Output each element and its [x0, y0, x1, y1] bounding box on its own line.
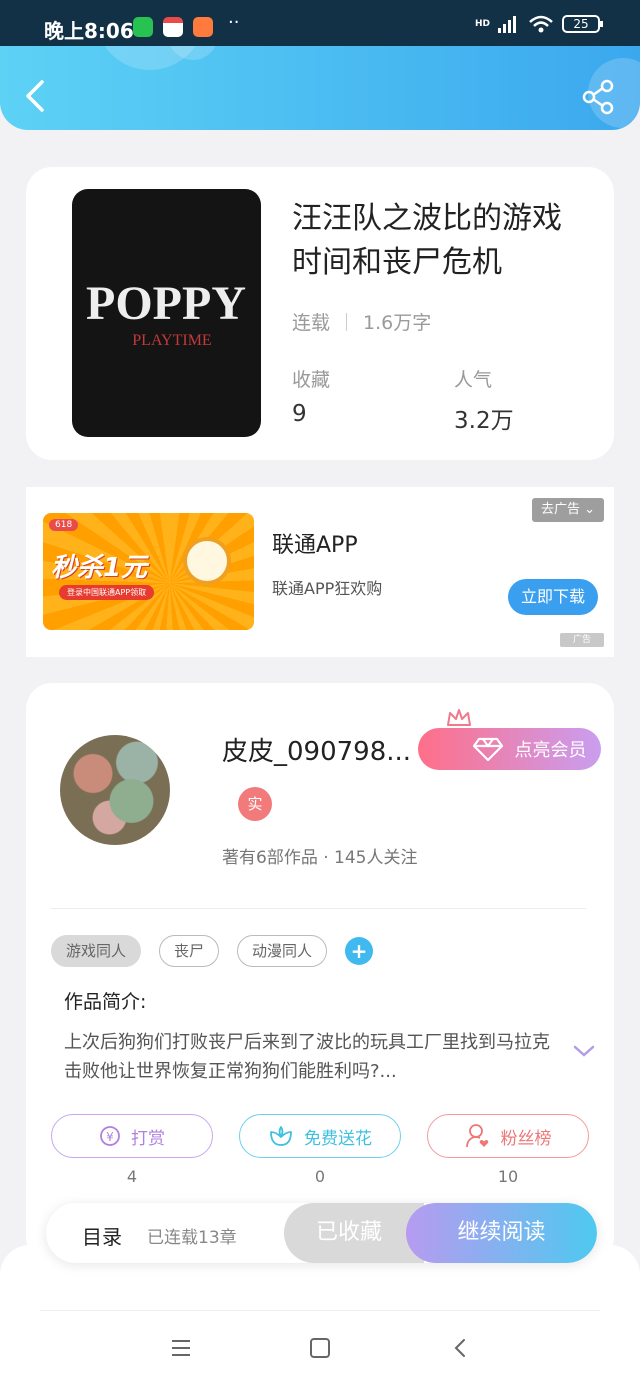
- flower-icon: [270, 1126, 292, 1146]
- diamond-icon: [472, 737, 503, 762]
- real-name-badge: 实: [238, 787, 272, 821]
- author-name[interactable]: 皮皮_090798...: [222, 731, 422, 768]
- chevron-down-icon[interactable]: [572, 1043, 596, 1059]
- ad-tag: 广告: [560, 633, 604, 647]
- share-icon: [582, 79, 614, 115]
- remove-ad-button[interactable]: 去广告 ⌄: [532, 498, 604, 522]
- popularity-label: 人气: [454, 369, 493, 391]
- calendar-icon: [163, 17, 183, 37]
- fans-count: 10: [497, 1167, 519, 1186]
- cover-logo: POPPY PLAYTIME: [86, 277, 246, 349]
- book-title: 汪汪队之波比的游戏时间和丧尸危机: [292, 201, 562, 280]
- book-status: 连载: [292, 312, 331, 334]
- book-info-card: POPPY PLAYTIME 汪汪队之波比的游戏时间和丧尸危机 连载 1.6万字…: [26, 167, 614, 460]
- vip-button[interactable]: 点亮会员: [418, 728, 601, 770]
- free-flower-label: 免费送花: [304, 1128, 372, 1149]
- chevron-down-icon: ⌄: [584, 502, 596, 517]
- reward-label: 打赏: [131, 1128, 165, 1149]
- fans-ranking-label: 粉丝榜: [500, 1128, 552, 1149]
- book-meta: 连载 1.6万字: [292, 308, 431, 335]
- ad-banner-image[interactable]: 618 秒杀1元 登录中国联通APP领取: [43, 513, 254, 630]
- tag-item[interactable]: 游戏同人: [51, 935, 142, 967]
- svg-text:¥: ¥: [106, 1130, 114, 1144]
- menu-icon[interactable]: [169, 1337, 193, 1359]
- download-button[interactable]: 立即下载: [508, 579, 598, 615]
- home-icon[interactable]: [308, 1337, 332, 1359]
- wechat-icon: [133, 17, 153, 37]
- ad-subtitle: 联通APP狂欢购: [272, 579, 383, 598]
- signal-icon: [498, 16, 516, 33]
- meta-divider: [346, 312, 348, 331]
- add-tag-button[interactable]: +: [345, 937, 374, 965]
- fans-icon: [465, 1124, 488, 1148]
- status-indicators: HD 25: [474, 14, 603, 34]
- plus-icon: +: [350, 939, 368, 963]
- app-icon: [193, 17, 213, 37]
- remove-ad-label: 去广告: [540, 502, 580, 517]
- crown-icon: [447, 709, 471, 726]
- chapter-count: 已连载13章: [147, 1228, 237, 1248]
- intro-text: 上次后狗狗们打败丧尸后来到了波比的玩具工厂里找到马拉克击败他让世界恢复正常狗狗们…: [64, 1032, 550, 1082]
- back-button[interactable]: [20, 76, 50, 116]
- clock-icon: [183, 537, 231, 585]
- bottom-action-bar: 目录 已连载13章 已收藏 继续阅读: [46, 1203, 597, 1263]
- popularity-value: 3.2万: [454, 408, 514, 434]
- toc-button[interactable]: 目录: [82, 1221, 122, 1250]
- favorited-button[interactable]: 已收藏: [284, 1203, 424, 1263]
- ad-title: 联通APP: [272, 533, 358, 558]
- ad-banner-badge: 618: [49, 519, 79, 531]
- cover-title-text: POPPY: [86, 277, 246, 330]
- flower-count: 0: [314, 1167, 326, 1186]
- author-card: 皮皮_090798... 点亮会员 实 著有6部作品 · 145人关注 游戏同人…: [26, 683, 614, 1263]
- ad-card[interactable]: 618 秒杀1元 登录中国联通APP领取 联通APP 联通APP狂欢购 去广告 …: [26, 487, 614, 657]
- avatar[interactable]: [60, 735, 170, 845]
- author-stats: 著有6部作品 · 145人关注: [222, 848, 418, 868]
- tag-item[interactable]: 动漫同人: [237, 935, 328, 967]
- intro-label: 作品简介:: [64, 991, 147, 1013]
- network-label: HD: [474, 19, 490, 29]
- favorites-value: 9: [292, 401, 307, 427]
- fans-ranking-button[interactable]: 粉丝榜: [427, 1114, 589, 1158]
- continue-reading-button[interactable]: 继续阅读: [406, 1203, 597, 1263]
- book-cover[interactable]: POPPY PLAYTIME: [72, 189, 261, 437]
- reward-button[interactable]: ¥ 打赏: [51, 1114, 213, 1158]
- system-nav-bar: [0, 1245, 640, 1387]
- status-dots: ··: [228, 12, 240, 33]
- tag-item[interactable]: 丧尸: [159, 935, 220, 967]
- status-bar: 晚上8:06 ·· HD 25: [0, 0, 640, 46]
- book-word-count: 1.6万字: [363, 312, 432, 334]
- favorites-label: 收藏: [292, 369, 331, 391]
- share-button[interactable]: [580, 78, 618, 116]
- vip-label: 点亮会员: [514, 740, 587, 761]
- reward-count: 4: [126, 1167, 138, 1186]
- yuan-icon: ¥: [100, 1126, 120, 1146]
- status-time: 晚上8:06: [44, 19, 134, 43]
- back-icon: [26, 80, 44, 112]
- tag-list: 游戏同人 丧尸 动漫同人 +: [51, 935, 374, 967]
- free-flower-button[interactable]: 免费送花: [239, 1114, 401, 1158]
- section-divider: [51, 908, 586, 909]
- favorited-label: 已收藏: [315, 1220, 382, 1245]
- wifi-icon: [529, 15, 553, 33]
- ad-banner-sub: 登录中国联通APP领取: [59, 585, 155, 600]
- nav-divider: [40, 1310, 600, 1311]
- battery-indicator: 25: [562, 15, 603, 33]
- nav-back-icon[interactable]: [449, 1337, 473, 1359]
- cover-subtitle-text: PLAYTIME: [132, 332, 211, 349]
- ad-banner-text: 秒杀1元: [51, 553, 148, 583]
